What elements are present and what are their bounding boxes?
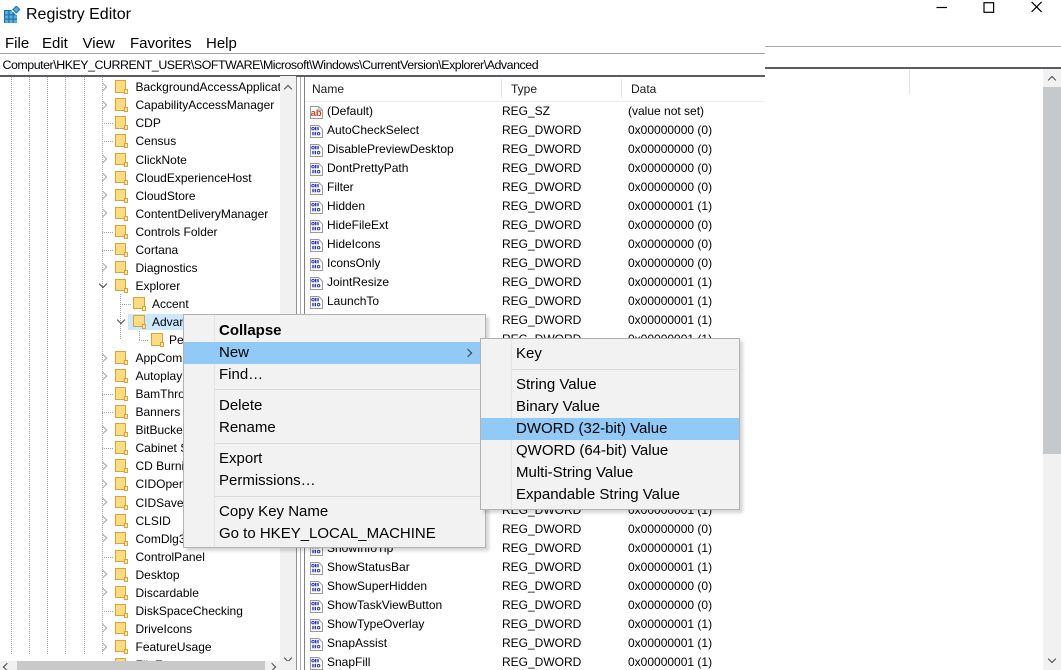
svg-text:ab: ab <box>311 108 322 119</box>
